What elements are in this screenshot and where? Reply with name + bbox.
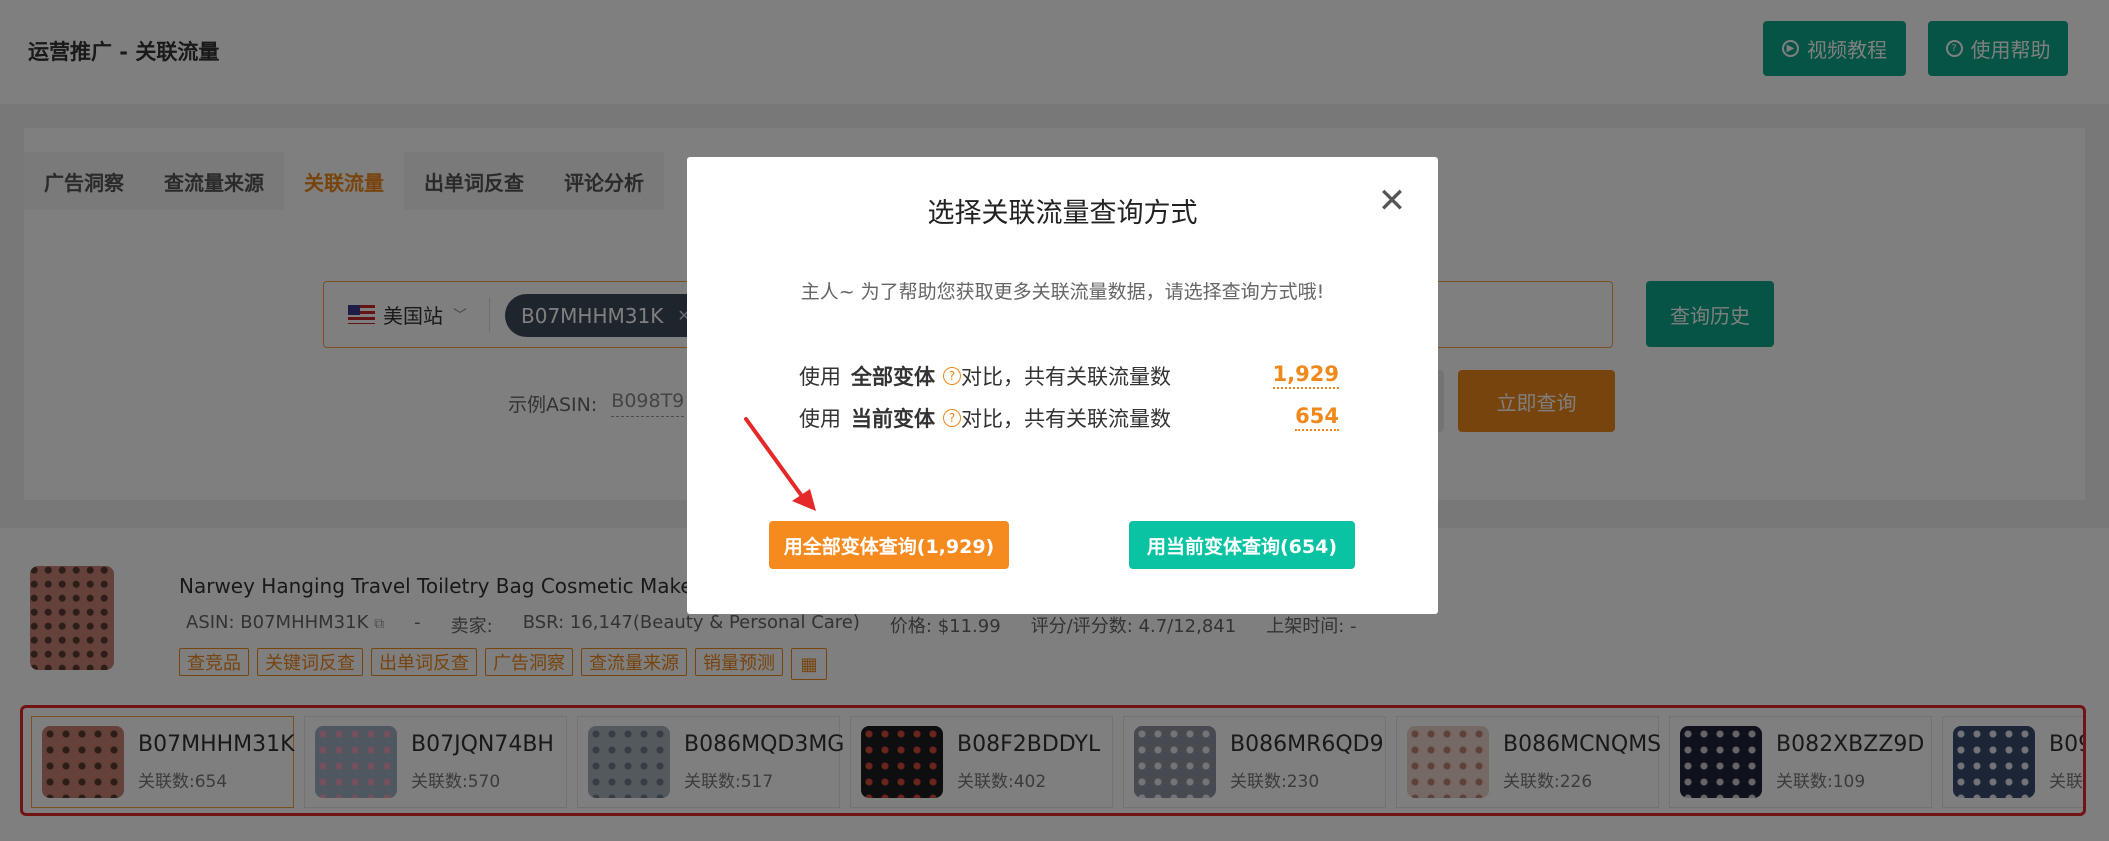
option-suffix: 对比，共有关联流量数 — [961, 365, 1171, 389]
query-current-variant-button[interactable]: 用当前变体查询(654) — [1129, 521, 1355, 569]
option-current-variant: 使用 当前变体 ? 对比，共有关联流量数 654 — [799, 403, 1339, 433]
modal-description: 主人~ 为了帮助您获取更多关联流量数据，请选择查询方式哦! — [800, 281, 1325, 303]
modal-title: 选择关联流量查询方式 — [927, 198, 1198, 229]
close-icon[interactable]: ✕ — [1377, 184, 1407, 218]
option-prefix: 使用 — [799, 365, 841, 389]
query-all-variants-button[interactable]: 用全部变体查询(1,929) — [769, 521, 1009, 569]
question-icon[interactable]: ? — [943, 409, 961, 427]
red-arrow-annotation — [744, 417, 816, 511]
option-bold: 全部变体 — [851, 365, 935, 389]
option-all-variants: 使用 全部变体 ? 对比，共有关联流量数 1,929 — [799, 361, 1339, 391]
query-mode-modal: 选择关联流量查询方式 ✕ 主人~ 为了帮助您获取更多关联流量数据，请选择查询方式… — [687, 157, 1438, 614]
question-icon[interactable]: ? — [943, 367, 961, 385]
option-suffix: 对比，共有关联流量数 — [961, 407, 1171, 431]
option-current-count: 654 — [1295, 403, 1339, 431]
option-all-count: 1,929 — [1272, 361, 1339, 389]
option-bold: 当前变体 — [851, 407, 935, 431]
